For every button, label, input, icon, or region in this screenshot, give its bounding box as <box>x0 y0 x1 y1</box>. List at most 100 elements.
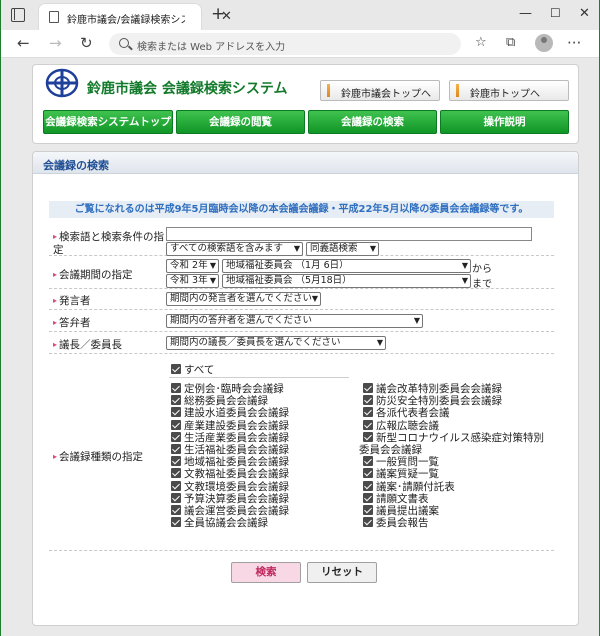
keyword-row: 検索語と検索条件の指 定 すべての検索語を含みます▼ 同義語検索▼ <box>49 224 554 256</box>
chair-select[interactable]: 期間内の議長／委員長を選んでください ▼ <box>166 336 386 350</box>
type-covid-checkbox[interactable] <box>363 431 373 442</box>
forward-icon[interactable]: → <box>49 35 62 51</box>
type-right-b-5-checkbox[interactable] <box>363 517 373 528</box>
type-left-3-checkbox[interactable] <box>171 419 181 430</box>
type-right-b-3-checkbox[interactable] <box>363 492 373 503</box>
type-left-11-checkbox[interactable] <box>171 517 181 528</box>
types-row: 会議録種類の指定 すべて定例会･臨時会会議録総務委員会会議録建設水道委員会会議録… <box>49 354 554 551</box>
tab-actions-icon[interactable] <box>11 8 25 22</box>
search-icon <box>119 38 129 48</box>
type-left-9-checkbox[interactable] <box>171 492 181 503</box>
profile-avatar[interactable] <box>535 34 553 52</box>
close-window-icon[interactable]: ✕ <box>579 6 590 21</box>
from-meeting-select[interactable]: 地域福祉委員会 （1月 6日） ▼ <box>222 259 471 273</box>
panel-header: 会議録の検索 <box>33 152 578 174</box>
type-right-a-2-checkbox[interactable] <box>363 407 373 418</box>
types-label: 会議録種類の指定 <box>53 449 143 464</box>
type-left-7-checkbox[interactable] <box>171 468 181 479</box>
address-bar[interactable]: 検索または Web アドレスを入力 <box>109 33 461 55</box>
answerer-label: 答弁者 <box>53 315 91 330</box>
site-title: 鈴鹿市議会 会議録検索システム <box>87 81 288 97</box>
type-right-b-4-checkbox[interactable] <box>363 505 373 515</box>
availability-notice: ご覧になれるのは平成9年5月臨時会以降の本会議会議録・平成22年5月以降の委員会… <box>49 201 554 218</box>
menu-browse[interactable]: 会議録の閲覧 <box>176 110 305 134</box>
page-content: 鈴鹿市議会 会議録検索システム 鈴鹿市議会トップへ 鈴鹿市トップへ 会議録検索シ… <box>1 58 599 636</box>
speaker-select[interactable]: 期間内の発言者を選んでください ▼ <box>166 292 321 306</box>
synonym-select[interactable]: 同義語検索 ▼ <box>306 242 379 256</box>
tab-title: 鈴鹿市議会/会議録検索システム <box>67 15 185 26</box>
answerer-row: 答弁者 期間内の答弁者を選んでください▼ <box>49 310 554 332</box>
to-meeting-select[interactable]: 地域福祉委員会 （5月18日） ▼ <box>222 274 471 288</box>
city-emblem-icon <box>45 68 79 98</box>
type-right-b-5-label: 委員会報告 <box>376 517 429 530</box>
menu-help[interactable]: 操作説明 <box>440 110 569 134</box>
type-left-0-checkbox[interactable] <box>171 383 181 393</box>
chevron-down-icon: ▼ <box>461 261 468 270</box>
speaker-row: 発言者 期間内の発言者を選んでください▼ <box>49 289 554 310</box>
type-left-4-checkbox[interactable] <box>171 431 181 442</box>
keyword-label-cont: 定 <box>53 244 64 256</box>
chevron-down-icon: ▼ <box>376 338 383 347</box>
collections-icon[interactable]: ⧉ <box>506 35 515 51</box>
to-year-select[interactable]: 令和 3年 ▼ <box>166 274 219 288</box>
browser-tab[interactable]: 鈴鹿市議会/会議録検索システム ✕ <box>39 4 232 30</box>
type-all-label: すべて <box>184 364 215 376</box>
search-panel: 会議録の検索 ご覧になれるのは平成9年5月臨時会以降の本会議会議録・平成22年5… <box>32 151 579 626</box>
chevron-down-icon: ▼ <box>209 276 216 285</box>
favorites-icon[interactable]: ☆ <box>475 35 487 51</box>
speaker-label: 発言者 <box>53 293 91 308</box>
link-marker-icon <box>456 84 459 97</box>
type-right-a-0-checkbox[interactable] <box>363 383 373 393</box>
type-left-6-checkbox[interactable] <box>171 456 181 467</box>
types-divider <box>169 377 349 378</box>
link-marker-icon <box>327 84 330 97</box>
from-suffix: から <box>472 264 492 275</box>
to-suffix: まで <box>472 279 492 290</box>
type-right-b-0-checkbox[interactable] <box>363 456 373 467</box>
type-left-5-checkbox[interactable] <box>171 444 181 454</box>
more-menu-icon[interactable]: ··· <box>567 35 581 51</box>
menu-system-top[interactable]: 会議録検索システムトップ <box>43 110 173 134</box>
search-button[interactable]: 検索 <box>231 562 301 583</box>
back-icon[interactable]: ← <box>17 35 30 51</box>
type-left-8-checkbox[interactable] <box>171 480 181 491</box>
site-header: 鈴鹿市議会 会議録検索システム 鈴鹿市議会トップへ 鈴鹿市トップへ 会議録検索シ… <box>32 64 579 144</box>
minimize-icon[interactable]: — <box>519 6 532 21</box>
chair-label: 議長／委員長 <box>53 337 122 352</box>
type-left-2-checkbox[interactable] <box>171 407 181 418</box>
keyword-label: 検索語と検索条件の指 <box>53 229 164 244</box>
keyword-input[interactable] <box>166 227 532 241</box>
chevron-down-icon: ▼ <box>413 316 420 325</box>
menu-search[interactable]: 会議録の検索 <box>308 110 437 134</box>
reset-button[interactable]: リセット <box>307 562 377 583</box>
type-right-b-2-checkbox[interactable] <box>363 480 373 491</box>
type-left-11-label: 全員協議会会議録 <box>184 517 268 530</box>
address-placeholder: 検索または Web アドレスを入力 <box>137 42 286 53</box>
refresh-icon[interactable]: ↻ <box>80 35 93 51</box>
chair-row: 議長／委員長 期間内の議長／委員長を選んでください▼ <box>49 332 554 354</box>
chevron-down-icon: ▼ <box>461 276 468 285</box>
answerer-select[interactable]: 期間内の答弁者を選んでください ▼ <box>166 314 423 328</box>
period-row: 会議期間の指定 令和 2年▼ 地域福祉委員会 （1月 6日）▼ から 令和 3年… <box>49 256 554 290</box>
type-left-1-checkbox[interactable] <box>171 395 181 406</box>
new-tab-icon[interactable]: + <box>211 4 225 24</box>
city-top-link[interactable]: 鈴鹿市トップへ <box>449 80 569 101</box>
council-top-link[interactable]: 鈴鹿市議会トップへ <box>320 80 440 101</box>
type-all-checkbox[interactable] <box>171 364 181 374</box>
maximize-icon[interactable]: ☐ <box>550 6 561 20</box>
type-right-b-1-checkbox[interactable] <box>363 468 373 479</box>
type-right-a-1-checkbox[interactable] <box>363 395 373 406</box>
type-left-10-checkbox[interactable] <box>171 505 181 515</box>
panel-title: 会議録の検索 <box>43 159 109 172</box>
page-icon <box>49 11 59 23</box>
tab-bar: 鈴鹿市議会/会議録検索システム ✕ + — ☐ ✕ <box>1 0 599 30</box>
chevron-down-icon: ▼ <box>311 294 318 303</box>
type-right-a-3-checkbox[interactable] <box>363 419 373 430</box>
search-condition-select[interactable]: すべての検索語を含みます ▼ <box>166 242 303 256</box>
chevron-down-icon: ▼ <box>209 261 216 270</box>
browser-window: 鈴鹿市議会/会議録検索システム ✕ + — ☐ ✕ ← → ↻ 検索または We… <box>1 0 599 636</box>
chevron-down-icon: ▼ <box>293 244 300 253</box>
from-year-select[interactable]: 令和 2年 ▼ <box>166 259 219 273</box>
navigation-bar: ← → ↻ 検索または Web アドレスを入力 ☆ ⧉ ··· <box>1 30 599 58</box>
chevron-down-icon: ▼ <box>369 244 376 253</box>
